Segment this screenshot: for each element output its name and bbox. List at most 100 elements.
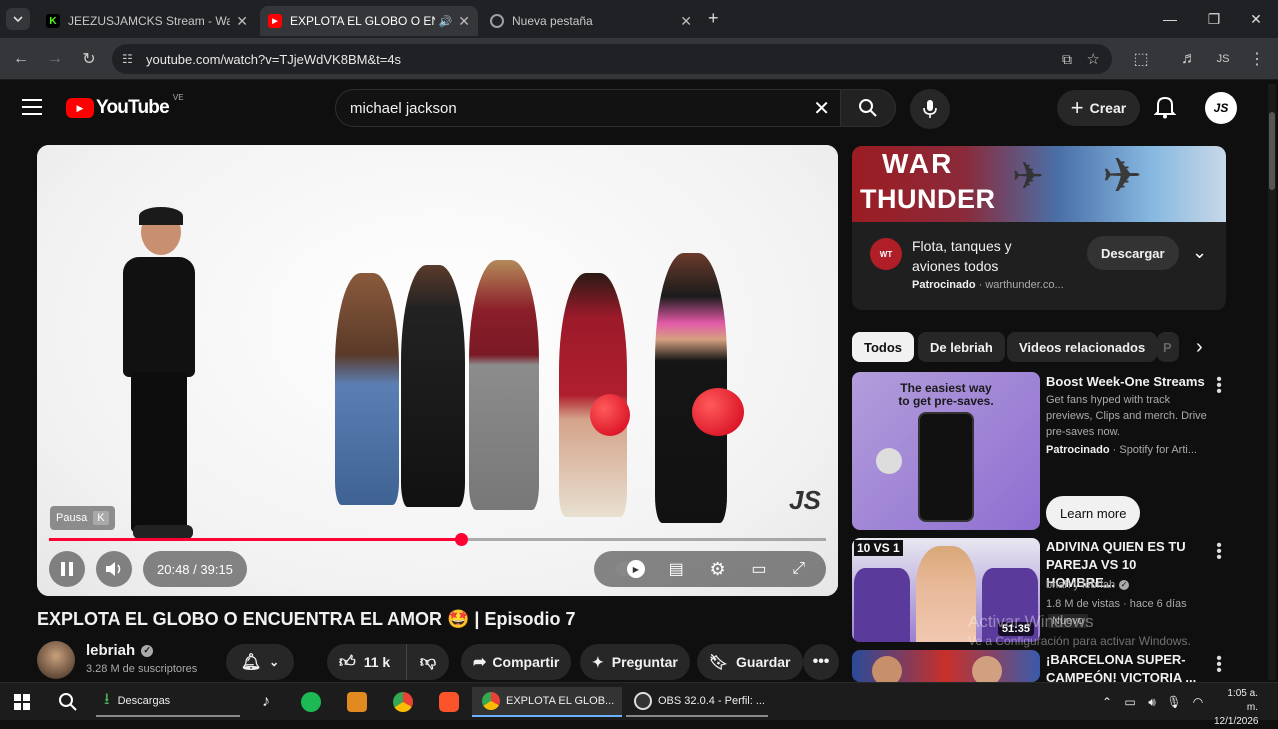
chevron-down-icon	[13, 16, 23, 23]
tab-youtube-video[interactable]: ▶ EXPLOTA EL GLOBO O ENCU 🔊 ✕	[260, 6, 478, 36]
rec-thumbnail-1[interactable]: The easiest way to get pre-saves.	[852, 372, 1040, 530]
notifications-subscribe-button[interactable]: 🔔︎ ⌄	[226, 644, 294, 680]
save-button[interactable]: 🔖︎ Guardar	[697, 644, 803, 680]
install-app-icon[interactable]: ⧉	[1062, 51, 1072, 68]
youtube-logo-text: YouTube	[96, 97, 170, 118]
fullscreen-icon[interactable]: ⤢	[792, 560, 805, 578]
rec-thumbnail-3[interactable]	[852, 650, 1040, 682]
app-shield-icon[interactable]	[344, 687, 370, 717]
pause-shortcut-key: K	[93, 511, 109, 525]
settings-gear-icon[interactable]: ⚙	[710, 559, 726, 580]
search-icon[interactable]	[54, 687, 82, 717]
more-vert-icon[interactable]: • • •	[1212, 538, 1226, 566]
site-info-icon[interactable]: ☷	[122, 52, 133, 66]
taskbar-downloads[interactable]: ⭳ Descargas	[96, 687, 240, 717]
minimize-icon[interactable]: —	[1148, 6, 1192, 32]
brave-icon[interactable]	[436, 687, 462, 717]
notifications-bell-icon[interactable]	[1153, 95, 1177, 124]
windows-start-icon[interactable]	[10, 687, 34, 717]
tray-overflow-icon[interactable]: ⌃	[1098, 687, 1116, 717]
tab-kick-stream[interactable]: K JEEZUSJAMCKS Stream - Watch ✕	[38, 6, 256, 36]
jet-icon: ✈	[1102, 150, 1143, 203]
browser-menu-icon[interactable]: ⋮	[1244, 46, 1270, 72]
progress-scrubber[interactable]	[454, 533, 468, 546]
subtitles-icon[interactable]: ▤	[669, 559, 684, 579]
media-control-icon[interactable]: ♬	[1176, 46, 1202, 72]
taskbar-chrome-window[interactable]: EXPLOTA EL GLOB...	[472, 687, 622, 717]
forward-icon[interactable]: →	[42, 46, 68, 72]
channel-avatar[interactable]	[37, 641, 75, 679]
advertiser-logo[interactable]: WT	[870, 238, 902, 270]
channel-name[interactable]: lebriah ✓	[86, 642, 154, 659]
person-host	[119, 207, 199, 547]
dislike-button[interactable]: 👎︎	[407, 644, 449, 680]
tiktok-icon[interactable]: ♪	[254, 687, 278, 717]
extensions-icon[interactable]: ⬚	[1128, 46, 1154, 72]
learn-more-button[interactable]: Learn more	[1046, 496, 1141, 530]
chip-related[interactable]: Videos relacionados	[1007, 332, 1158, 362]
ad-sponsored-label: Patrocinado	[912, 279, 976, 291]
chrome-icon[interactable]	[390, 687, 416, 717]
taskbar-obs-window[interactable]: OBS 32.0.4 - Perfil: ...	[626, 687, 768, 717]
video-player[interactable]: JS Pausa K 20:48 / 39:15 ▶ ▤ ⚙ ▭ ⤢	[37, 145, 838, 596]
ad-banner[interactable]: WAR THUNDER ✈ ✈	[852, 146, 1226, 222]
hamburger-menu-icon[interactable]	[22, 99, 42, 115]
thumbnail-group	[854, 568, 910, 642]
tab-new-tab[interactable]: Nueva pestaña ✕	[482, 6, 700, 36]
tab-search-button[interactable]	[6, 8, 30, 30]
wifi-icon[interactable]: ◠	[1188, 687, 1208, 717]
more-vert-icon[interactable]: • • •	[1212, 651, 1226, 679]
save-label: Guardar	[736, 654, 791, 670]
ask-button[interactable]: ✦ Preguntar	[580, 644, 690, 680]
bookmark-star-icon[interactable]: ☆	[1087, 50, 1100, 68]
scrollbar-thumb[interactable]	[1269, 112, 1275, 190]
progress-played	[49, 538, 461, 541]
clear-search-icon[interactable]: ✕	[813, 96, 830, 121]
audio-playing-icon[interactable]: 🔊	[439, 15, 453, 28]
restore-icon[interactable]: ❐	[1192, 6, 1236, 32]
taskbar-clock[interactable]: 1:05 a. m. 12/1/2026	[1214, 687, 1259, 729]
play-pause-button[interactable]	[49, 551, 85, 587]
chip-all[interactable]: Todos	[852, 332, 915, 362]
rec-title-1[interactable]: Boost Week-One Streams	[1046, 373, 1206, 391]
windows-activation-subtitle: Ve a Configuración para activar Windows.	[968, 634, 1191, 648]
like-button[interactable]: 👍︎ 11 k	[327, 644, 407, 680]
reload-icon[interactable]: ↻	[76, 46, 102, 72]
youtube-logo[interactable]: ▶ YouTube VE	[66, 93, 184, 119]
chevron-right-icon[interactable]: ›	[1196, 336, 1203, 359]
volume-icon[interactable]: 🔊︎	[1142, 687, 1162, 717]
page-scrollbar[interactable]	[1268, 84, 1276, 680]
profile-icon[interactable]: JS	[1210, 46, 1236, 72]
close-tab-icon[interactable]: ✕	[458, 13, 470, 30]
address-bar[interactable]: ☷ youtube.com/watch?v=TJjeWdVK8BM&t=4s ⧉…	[112, 44, 1112, 74]
autoplay-toggle[interactable]: ▶	[614, 560, 645, 578]
share-label: Compartir	[492, 654, 560, 670]
chip-from-channel[interactable]: De lebriah	[918, 332, 1005, 362]
back-icon[interactable]: ←	[8, 46, 34, 72]
theater-mode-icon[interactable]: ▭	[751, 559, 766, 579]
share-button[interactable]: ➦ Compartir	[461, 644, 572, 680]
close-tab-icon[interactable]: ✕	[236, 13, 248, 30]
phone-mockup	[918, 412, 974, 522]
close-tab-icon[interactable]: ✕	[680, 13, 692, 30]
voice-search-button[interactable]	[910, 89, 950, 129]
ad-banner-logo-line2: THUNDER	[860, 184, 996, 214]
account-avatar[interactable]: JS	[1205, 92, 1237, 124]
more-actions-button[interactable]: •••	[803, 644, 839, 680]
ad-card[interactable]: WAR THUNDER ✈ ✈ WT Flota, tanques y avio…	[852, 146, 1226, 310]
network-icon[interactable]: ▭	[1120, 687, 1140, 717]
chip-partial[interactable]: P	[1157, 332, 1179, 362]
volume-button[interactable]	[96, 551, 132, 587]
microphone-icon[interactable]: 🎙︎	[1164, 687, 1184, 717]
create-button[interactable]: + Crear	[1057, 90, 1140, 126]
ad-download-button[interactable]: Descargar	[1087, 236, 1179, 270]
search-input[interactable]: michael jackson ✕	[335, 89, 841, 127]
bookmark-icon: 🔖︎	[709, 654, 729, 671]
new-tab-button[interactable]: +	[708, 8, 719, 29]
close-window-icon[interactable]: ✕	[1234, 6, 1278, 32]
more-vert-icon[interactable]: • • •	[1212, 372, 1226, 400]
progress-bar[interactable]	[49, 533, 826, 546]
spotify-icon[interactable]	[298, 687, 324, 717]
chevron-down-icon[interactable]: ⌄	[1192, 242, 1207, 263]
search-button[interactable]	[840, 89, 896, 127]
